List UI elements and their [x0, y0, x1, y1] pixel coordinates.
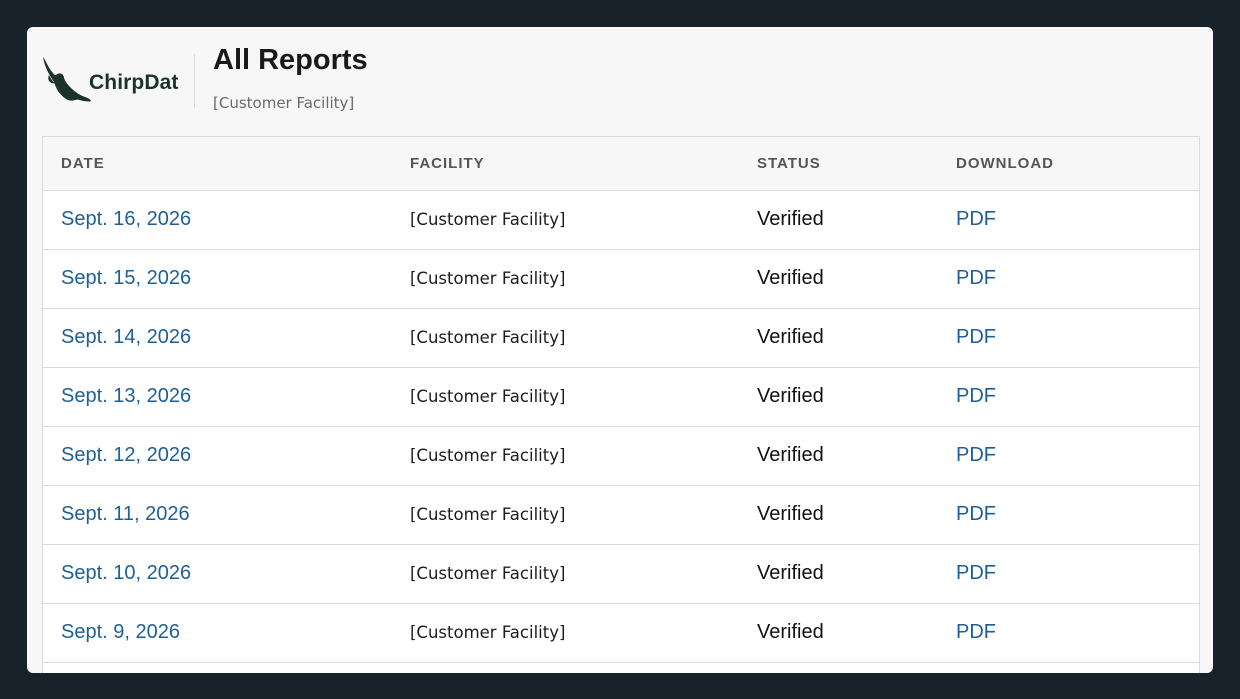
- facility-cell: [Customer Facility]: [392, 308, 739, 368]
- header-divider: [194, 54, 195, 108]
- status-cell: Verified: [739, 367, 938, 427]
- status-cell: Verified: [739, 190, 938, 250]
- pdf-download-link[interactable]: PDF: [956, 503, 996, 525]
- reports-table-container: DATE FACILITY STATUS DOWNLOAD Sept. 16, …: [42, 136, 1200, 673]
- facility-cell: [Customer Facility]: [392, 426, 739, 486]
- table-row: Sept. 9, 2026 [Customer Facility] Verifi…: [43, 603, 1199, 663]
- table-row: [43, 662, 1199, 673]
- report-date-link[interactable]: Sept. 13, 2026: [61, 385, 191, 407]
- report-date-link[interactable]: Sept. 14, 2026: [61, 326, 191, 348]
- status-cell: Verified: [739, 249, 938, 309]
- facility-cell: [Customer Facility]: [392, 367, 739, 427]
- status-cell: Verified: [739, 426, 938, 486]
- status-cell: Verified: [739, 544, 938, 604]
- reports-card: ChirpDat All Reports [Customer Facility]…: [27, 27, 1213, 673]
- pdf-download-link[interactable]: PDF: [956, 267, 996, 289]
- page-title: All Reports: [213, 44, 368, 76]
- facility-cell: [392, 662, 739, 673]
- pdf-download-link[interactable]: PDF: [956, 621, 996, 643]
- pdf-download-link[interactable]: PDF: [956, 444, 996, 466]
- report-date-link[interactable]: Sept. 11, 2026: [61, 503, 190, 525]
- reports-table: DATE FACILITY STATUS DOWNLOAD Sept. 16, …: [43, 137, 1199, 673]
- table-row: Sept. 13, 2026 [Customer Facility] Verif…: [43, 367, 1199, 427]
- facility-cell: [Customer Facility]: [392, 603, 739, 663]
- pdf-download-link[interactable]: PDF: [956, 385, 996, 407]
- facility-cell: [Customer Facility]: [392, 544, 739, 604]
- table-row: Sept. 10, 2026 [Customer Facility] Verif…: [43, 544, 1199, 604]
- page-subtitle: [Customer Facility]: [213, 94, 355, 112]
- pdf-download-link[interactable]: PDF: [956, 562, 996, 584]
- status-cell: [739, 662, 938, 673]
- table-row: Sept. 16, 2026 [Customer Facility] Verif…: [43, 190, 1199, 250]
- brand-logo[interactable]: ChirpDat: [41, 55, 178, 107]
- report-date-link[interactable]: Sept. 10, 2026: [61, 562, 191, 584]
- table-row: Sept. 11, 2026 [Customer Facility] Verif…: [43, 485, 1199, 545]
- facility-cell: [Customer Facility]: [392, 190, 739, 250]
- status-cell: Verified: [739, 603, 938, 663]
- report-date-link[interactable]: Sept. 9, 2026: [61, 621, 180, 643]
- report-date-link[interactable]: Sept. 15, 2026: [61, 267, 191, 289]
- status-cell: Verified: [739, 485, 938, 545]
- pdf-download-link[interactable]: PDF: [956, 208, 996, 230]
- table-row: Sept. 14, 2026 [Customer Facility] Verif…: [43, 308, 1199, 368]
- pdf-download-link[interactable]: PDF: [956, 326, 996, 348]
- report-date-link[interactable]: Sept. 12, 2026: [61, 444, 191, 466]
- brand-name: ChirpDat: [89, 71, 179, 94]
- status-cell: Verified: [739, 308, 938, 368]
- facility-cell: [Customer Facility]: [392, 485, 739, 545]
- report-date-link[interactable]: Sept. 16, 2026: [61, 208, 191, 230]
- column-header-status: STATUS: [739, 137, 938, 191]
- table-row: Sept. 15, 2026 [Customer Facility] Verif…: [43, 249, 1199, 309]
- bird-icon: [41, 55, 93, 107]
- page-header: ChirpDat All Reports [Customer Facility]: [27, 27, 1213, 137]
- column-header-download: DOWNLOAD: [938, 137, 1199, 191]
- table-row: Sept. 12, 2026 [Customer Facility] Verif…: [43, 426, 1199, 486]
- table-header-row: DATE FACILITY STATUS DOWNLOAD: [43, 137, 1199, 191]
- facility-cell: [Customer Facility]: [392, 249, 739, 309]
- column-header-date: DATE: [43, 137, 392, 191]
- column-header-facility: FACILITY: [392, 137, 739, 191]
